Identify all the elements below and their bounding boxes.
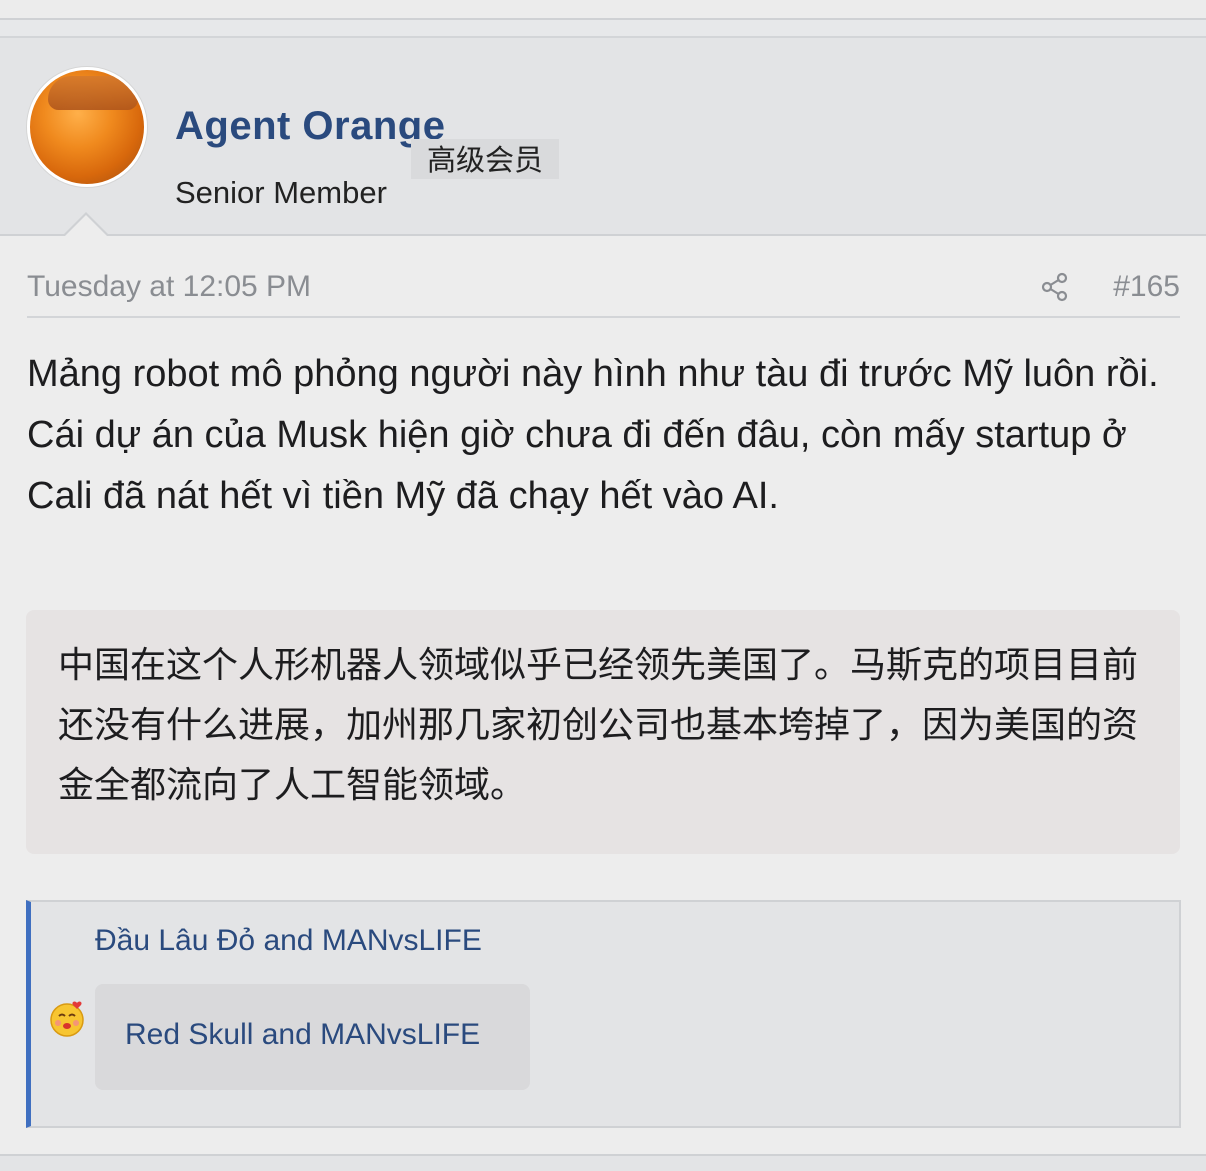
user-info-block: Agent Orange Senior Member 高级会员 [0,38,1206,236]
share-icon[interactable] [1040,272,1070,302]
reactors-list-link[interactable]: Đầu Lâu Đỏ and MANvsLIFE [95,924,482,958]
forum-post: Agent Orange Senior Member 高级会员 Tuesday … [0,36,1206,1156]
kiss-emoji-icon[interactable] [47,998,87,1038]
user-title-translation: 高级会员 [411,139,560,179]
reactors-translation-tooltip: Red Skull and MANvsLIFE [95,984,530,1090]
post-meta: Tuesday at 12:05 PM #165 [27,266,1180,318]
translation-block: 中国在这个人形机器人领域似乎已经领先美国了。马斯克的项目目前还没有什么进展，加州… [26,610,1180,854]
user-block-pointer-fill [64,215,108,237]
username-link[interactable]: Agent Orange [175,106,445,146]
post-body-text: Mảng robot mô phỏng người này hình như t… [27,353,1159,517]
user-title: Senior Member [175,175,387,210]
reactions-bar: Đầu Lâu Đỏ and MANvsLIFE Red Skull and M… [26,900,1181,1128]
reactors-translated-text: Red Skull and MANvsLIFE [125,1018,481,1051]
post-gap [0,20,1206,36]
post-date-link[interactable]: Tuesday at 12:05 PM [27,270,311,304]
previous-post-edge [0,0,1206,20]
post-number-link[interactable]: #165 [1113,270,1180,304]
forum-page: Agent Orange Senior Member 高级会员 Tuesday … [0,0,1206,1171]
orange-avatar-icon[interactable] [27,67,147,187]
next-post-edge [0,1154,1206,1171]
avatar-hair [48,76,138,110]
